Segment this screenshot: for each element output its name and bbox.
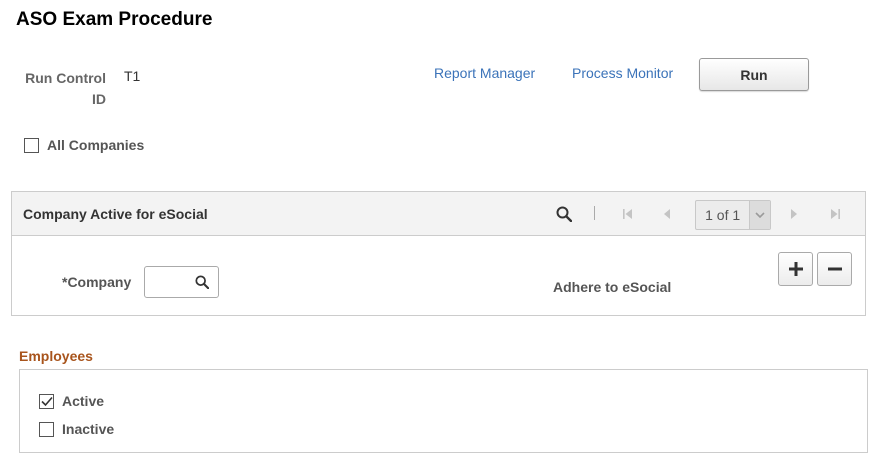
process-monitor-link[interactable]: Process Monitor <box>572 65 673 81</box>
adhere-to-esocial-label: Adhere to eSocial <box>553 279 672 295</box>
delete-row-icon <box>827 267 842 271</box>
search-icon[interactable] <box>555 205 573 223</box>
company-grid-header: Company Active for eSocial 1 of 1 <box>12 192 865 236</box>
active-label: Active <box>62 393 105 409</box>
page-title: ASO Exam Procedure <box>16 9 213 30</box>
run-control-id-label: Run Control ID <box>25 70 106 107</box>
employees-section-title: Employees <box>19 348 93 364</box>
add-row-button[interactable] <box>778 252 813 286</box>
company-field-label: *Company <box>62 274 132 290</box>
previous-page-icon[interactable] <box>658 205 676 223</box>
active-option[interactable]: Active <box>39 393 104 409</box>
chevron-down-icon[interactable] <box>749 201 770 229</box>
report-manager-link[interactable]: Report Manager <box>434 65 535 81</box>
employees-box <box>19 369 868 453</box>
company-grid-title: Company Active for eSocial <box>23 206 208 222</box>
page-selector[interactable]: 1 of 1 <box>695 200 771 230</box>
next-page-icon[interactable] <box>785 205 803 223</box>
first-page-icon[interactable] <box>619 205 637 223</box>
checkmark-icon <box>40 396 53 406</box>
company-lookup-icon[interactable] <box>195 275 210 294</box>
run-button[interactable]: Run <box>699 58 809 91</box>
inactive-option[interactable]: Inactive <box>39 421 114 437</box>
last-page-icon[interactable] <box>826 205 844 223</box>
page-count: 1 of 1 <box>705 207 741 223</box>
delete-row-button[interactable] <box>817 252 852 286</box>
toolbar-divider <box>594 206 595 220</box>
company-input[interactable] <box>144 266 219 298</box>
all-companies-checkbox[interactable] <box>24 137 39 153</box>
run-control-id-value: T1 <box>124 68 141 84</box>
add-row-icon <box>788 262 803 276</box>
inactive-label: Inactive <box>62 421 115 437</box>
all-companies-option[interactable]: All Companies <box>24 137 144 153</box>
inactive-checkbox[interactable] <box>39 421 54 437</box>
active-checkbox[interactable] <box>39 393 54 409</box>
all-companies-label: All Companies <box>47 137 145 153</box>
company-grid: Company Active for eSocial 1 of 1 *Compa… <box>11 191 866 316</box>
